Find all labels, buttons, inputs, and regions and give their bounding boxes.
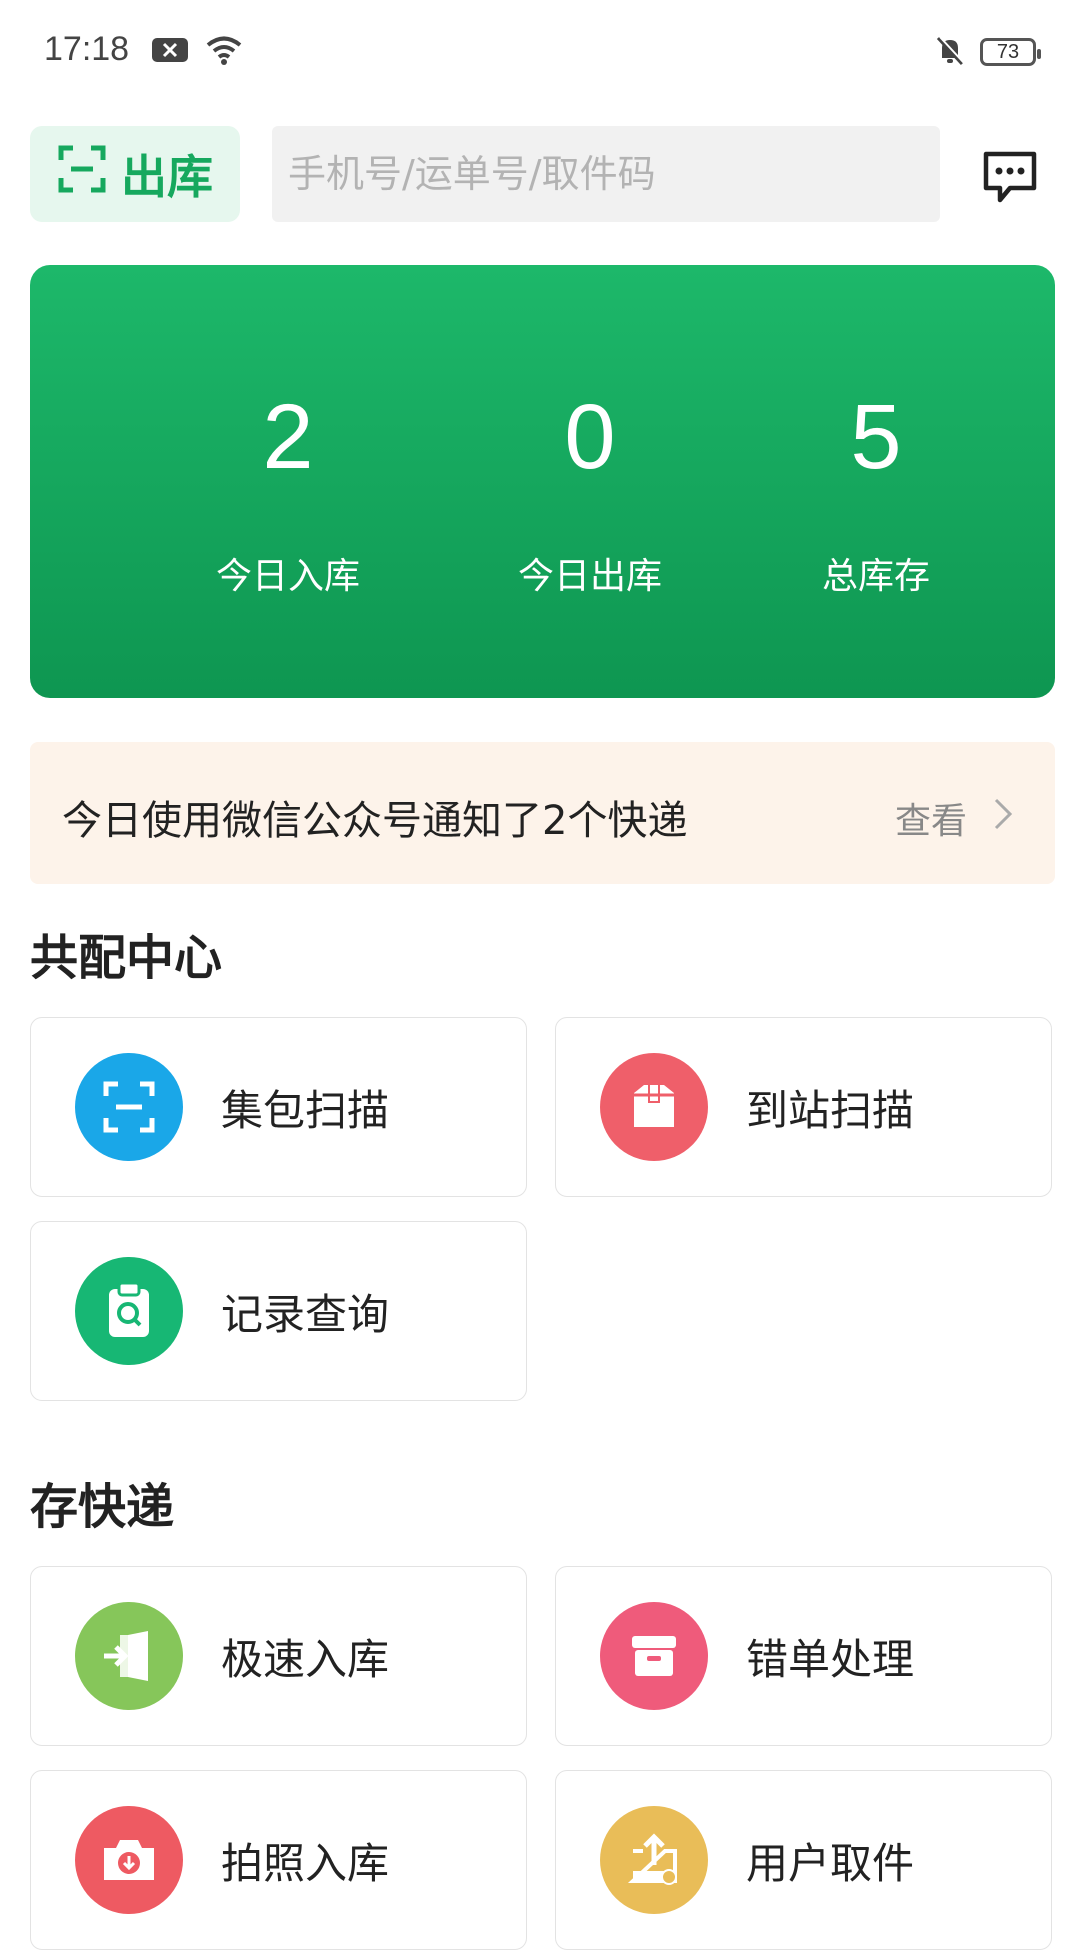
section-title-store: 存快递 xyxy=(30,1479,175,1535)
status-icons xyxy=(150,34,244,70)
scan-frame-icon xyxy=(57,144,107,205)
tile-user-pickup[interactable]: 用户取件 xyxy=(555,1770,1052,1950)
tile-record-query[interactable]: 记录查询 xyxy=(30,1221,527,1401)
status-right: 73 xyxy=(934,34,1041,70)
tile-label: 错单处理 xyxy=(746,1634,915,1684)
scan-icon xyxy=(75,1053,183,1161)
outbound-scan-button[interactable]: 出库 xyxy=(30,126,240,222)
tile-label: 用户取件 xyxy=(746,1838,915,1888)
box-icon xyxy=(600,1053,708,1161)
view-label: 查看 xyxy=(894,801,967,842)
stat-label: 总库存 xyxy=(821,556,930,597)
tile-wrong-order[interactable]: 错单处理 xyxy=(555,1566,1052,1746)
enter-door-icon xyxy=(75,1602,183,1710)
status-time: 17:18 xyxy=(44,30,130,68)
notice-view-link[interactable]: 查看 xyxy=(895,792,1013,844)
search-input[interactable] xyxy=(272,126,940,222)
stat-label: 今日入库 xyxy=(215,556,360,597)
tile-arrival-scan[interactable]: 到站扫描 xyxy=(555,1017,1052,1197)
tile-photo-inbound[interactable]: 拍照入库 xyxy=(30,1770,527,1950)
stat-value: 2 xyxy=(262,386,314,488)
pickup-upload-icon xyxy=(600,1806,708,1914)
clipboard-search-icon xyxy=(75,1257,183,1365)
notification-app-icon xyxy=(150,35,190,69)
tile-package-scan[interactable]: 集包扫描 xyxy=(30,1017,527,1197)
outbound-label: 出库 xyxy=(121,150,213,204)
stat-value: 0 xyxy=(564,386,616,488)
chevron-right-icon xyxy=(993,797,1013,840)
archive-box-icon xyxy=(600,1602,708,1710)
wifi-icon xyxy=(204,34,244,70)
stats-card: 2 今日入库 0 今日出库 5 总库存 xyxy=(30,265,1055,698)
tile-label: 记录查询 xyxy=(221,1289,390,1339)
stat-value: 5 xyxy=(850,386,902,488)
message-icon[interactable] xyxy=(980,146,1040,206)
tile-label: 到站扫描 xyxy=(746,1085,915,1135)
tile-label: 集包扫描 xyxy=(221,1085,390,1135)
battery-indicator: 73 xyxy=(980,38,1041,66)
tile-label: 极速入库 xyxy=(221,1634,390,1684)
stat-label: 今日出库 xyxy=(517,556,662,597)
notice-text: 今日使用微信公众号通知了2个快递 xyxy=(62,798,688,844)
mute-bell-icon xyxy=(934,34,966,70)
tile-label: 拍照入库 xyxy=(221,1838,390,1888)
section-title-shared: 共配中心 xyxy=(30,930,223,986)
wechat-notice-banner[interactable]: 今日使用微信公众号通知了2个快递 查看 xyxy=(30,742,1055,884)
camera-icon xyxy=(75,1806,183,1914)
tile-fast-inbound[interactable]: 极速入库 xyxy=(30,1566,527,1746)
